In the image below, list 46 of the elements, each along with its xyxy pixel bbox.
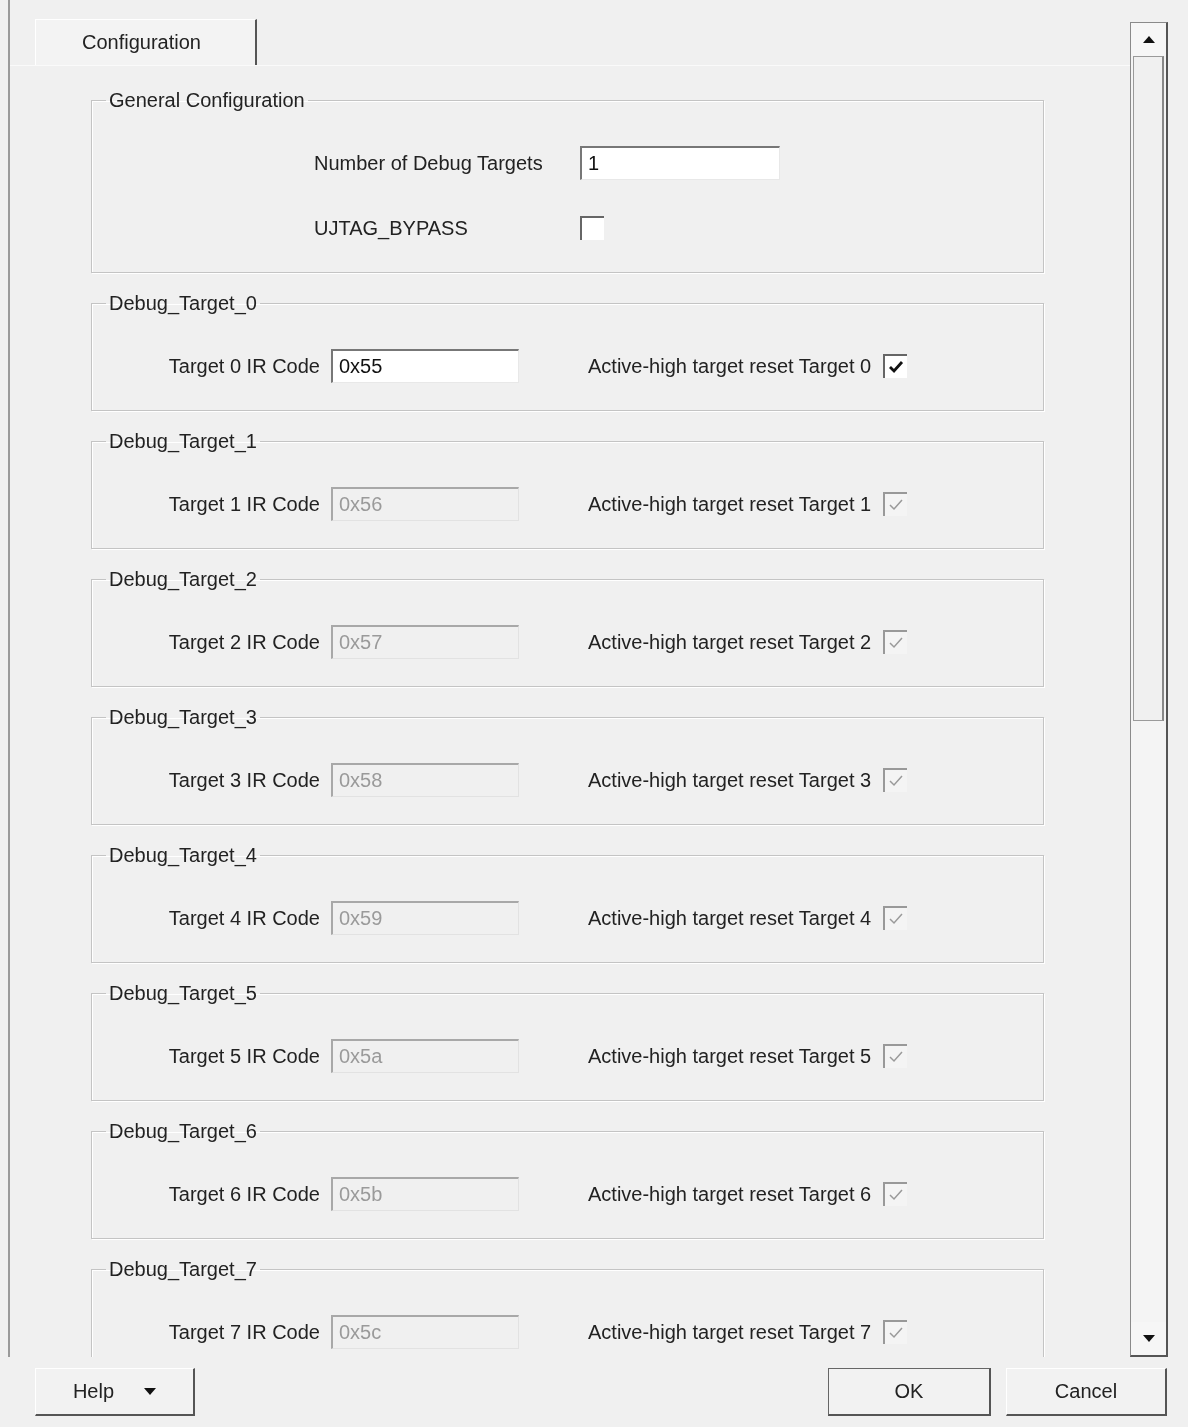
field-label: Number of Debug Targets [314,151,544,175]
ok-button[interactable]: OK [828,1368,991,1416]
field-label: Target 0 IR Code [167,354,320,378]
checkmark-icon [888,360,905,374]
checkmark-icon [888,912,905,926]
input-field[interactable]: 0x55 [331,349,519,383]
checkbox-label: Active-high target reset Target 3 [588,768,872,792]
group-title: Debug_Target_1 [108,429,258,453]
checkmark-icon [888,1326,905,1340]
checkmark-icon [888,636,905,650]
field-label: Target 7 IR Code [167,1320,320,1344]
checkbox-label: Active-high target reset Target 7 [588,1320,872,1344]
group-title: Debug_Target_5 [108,981,258,1005]
group-title: General Configuration [108,88,306,112]
scrollbar[interactable] [1130,22,1168,1357]
field-label: Target 5 IR Code [167,1044,320,1068]
scroll-thumb[interactable] [1133,56,1164,721]
group-title: Debug_Target_0 [108,291,258,315]
caret-icon [144,1388,157,1395]
field-label: Target 2 IR Code [167,630,320,654]
field-label: Target 6 IR Code [167,1182,320,1206]
checkmark-icon [888,774,905,788]
checkbox[interactable] [883,354,908,378]
group-title: Debug_Target_4 [108,843,258,867]
checkmark-icon [888,1050,905,1064]
cancel-button[interactable]: Cancel [1006,1368,1167,1416]
help-button[interactable]: Help [35,1368,195,1416]
input-field[interactable]: 1 [580,146,780,180]
checkbox-label: Active-high target reset Target 6 [588,1182,872,1206]
checkmark-icon [888,498,905,512]
checkbox-label: Active-high target reset Target 5 [588,1044,872,1068]
group-title: Debug_Target_2 [108,567,258,591]
checkbox-label: Active-high target reset Target 0 [588,354,872,378]
field-label: Target 1 IR Code [167,492,320,516]
checkbox-label: Active-high target reset Target 1 [588,492,872,516]
checkbox-label: Active-high target reset Target 4 [588,906,872,930]
checkbox-label: UJTAG_BYPASS [314,216,469,240]
checkbox-label: Active-high target reset Target 2 [588,630,872,654]
checkbox[interactable] [580,216,604,240]
group-title: Debug_Target_7 [108,1257,258,1281]
group-title: Debug_Target_3 [108,705,258,729]
field-label: Target 4 IR Code [167,906,320,930]
field-label: Target 3 IR Code [167,768,320,792]
checkmark-icon [888,1188,905,1202]
tab[interactable]: Configuration [35,19,257,65]
group-title: Debug_Target_6 [108,1119,258,1143]
